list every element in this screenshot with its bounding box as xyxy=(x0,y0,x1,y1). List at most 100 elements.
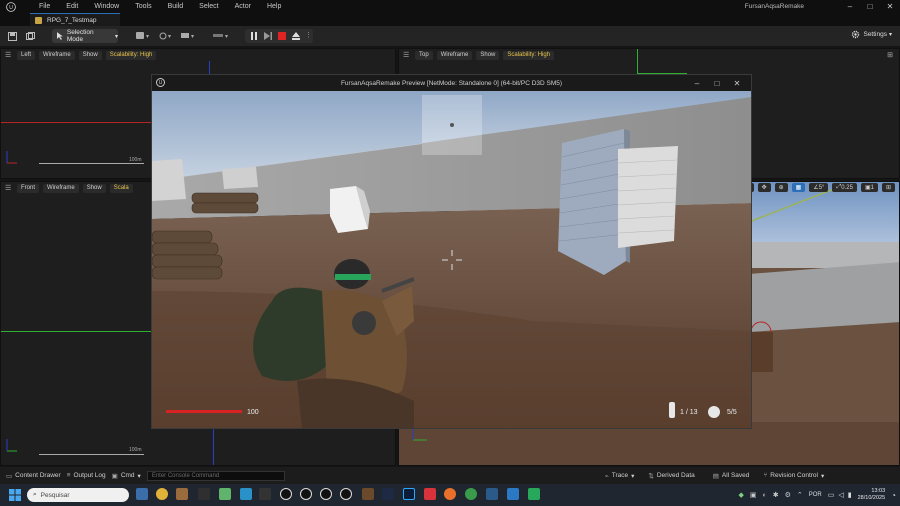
selection-mode-dropdown[interactable]: Selection Mode ▾ xyxy=(52,29,118,43)
menu-help[interactable]: Help xyxy=(259,3,289,10)
camera-speed[interactable]: ▣ 1 xyxy=(860,183,878,192)
maximize-viewport-icon[interactable]: ⊞ xyxy=(887,51,893,59)
tray-app-icon[interactable]: ◆ xyxy=(738,491,743,499)
taskbar-app-icon[interactable] xyxy=(528,488,540,500)
derived-data-button[interactable]: ⇅ Derived Data xyxy=(648,472,694,480)
scalability-badge[interactable]: Scalability: High xyxy=(105,50,157,60)
level-tab[interactable]: RPG_7_Testmap xyxy=(30,13,120,26)
taskbar-app-icon[interactable] xyxy=(240,488,252,500)
save-icon[interactable] xyxy=(6,30,18,42)
rotation-snap[interactable]: ∠ 5° xyxy=(809,183,829,192)
preview-window-controls: – □ ✕ xyxy=(687,75,747,91)
more-options-icon[interactable]: ⋮ xyxy=(305,31,312,39)
view-type-button[interactable]: Top xyxy=(415,50,433,60)
viewport-menu-icon[interactable]: ☰ xyxy=(403,51,411,59)
menu-build[interactable]: Build xyxy=(160,3,192,10)
taskbar-app-icon[interactable] xyxy=(176,488,188,500)
close-button[interactable]: ✕ xyxy=(880,2,900,11)
menu-file[interactable]: File xyxy=(31,3,58,10)
unreal-engine-icon[interactable] xyxy=(340,488,352,500)
revision-control-button[interactable]: ⑂ Revision Control ▾ xyxy=(763,472,824,480)
taskbar-app-icon[interactable] xyxy=(362,488,374,500)
unreal-engine-icon[interactable] xyxy=(280,488,292,500)
photoshop-icon[interactable] xyxy=(403,488,415,500)
console-input[interactable]: Enter Console Command xyxy=(146,470,285,481)
derived-data-icon: ⇅ xyxy=(648,472,654,480)
toolbar-tools-group[interactable]: ▾ ▾ ▾ ▾ xyxy=(135,30,245,42)
menu-actor[interactable]: Actor xyxy=(227,3,259,10)
preview-titlebar[interactable]: U FursanAqsaRemake Preview [NetMode: Sta… xyxy=(152,75,751,91)
maximize-viewport-icon[interactable]: ⊞ xyxy=(881,183,895,192)
menu-edit[interactable]: Edit xyxy=(58,3,86,10)
selection-mode-label: Selection Mode xyxy=(66,29,94,43)
trace-dropdown[interactable]: ⌁ Trace ▾ xyxy=(605,472,635,480)
show-button[interactable]: Show xyxy=(476,50,500,60)
firefox-icon[interactable] xyxy=(444,488,456,500)
maximize-button[interactable]: □ xyxy=(860,2,880,11)
show-hidden-icons-icon[interactable]: ⌃ xyxy=(797,491,803,499)
viewport-menu-icon[interactable]: ☰ xyxy=(5,184,13,192)
taskbar-app-icon[interactable] xyxy=(198,488,210,500)
save-status[interactable]: ▤ All Saved xyxy=(713,472,750,480)
network-icon[interactable]: ▭ xyxy=(828,491,835,499)
step-icon[interactable] xyxy=(264,32,272,40)
windows-start-icon[interactable] xyxy=(9,489,21,501)
scalability-badge[interactable]: Scala xyxy=(109,183,133,193)
view-mode-button[interactable]: Wireframe xyxy=(43,183,79,193)
taskbar-app-icon[interactable] xyxy=(259,488,271,500)
game-viewport[interactable]: 100 1 / 13 5/5 xyxy=(152,91,751,428)
show-button[interactable]: Show xyxy=(82,183,106,193)
visual-studio-icon[interactable] xyxy=(507,488,519,500)
view-mode-button[interactable]: Wireframe xyxy=(39,50,75,60)
tray-app-icon[interactable]: ⚙ xyxy=(785,491,791,499)
stop-icon[interactable] xyxy=(278,32,286,40)
minimize-button[interactable]: – xyxy=(687,79,707,88)
maximize-button[interactable]: □ xyxy=(707,79,727,88)
unreal-engine-icon[interactable] xyxy=(320,488,332,500)
scale-snap[interactable]: ⤢ 0.25 xyxy=(832,183,857,192)
battery-icon[interactable]: ▮ xyxy=(848,491,852,499)
unreal-engine-icon[interactable] xyxy=(300,488,312,500)
pie-preview-window[interactable]: U FursanAqsaRemake Preview [NetMode: Sta… xyxy=(151,74,752,429)
tray-app-icon[interactable]: ◐ xyxy=(762,492,766,499)
taskbar-app-icon[interactable] xyxy=(136,488,148,500)
clock[interactable]: 13:03 28/10/2025 xyxy=(858,488,886,502)
bluetooth-icon[interactable]: ✱ xyxy=(773,491,779,499)
taskbar-app-icon[interactable] xyxy=(382,488,394,500)
translate-icon[interactable]: ✥ xyxy=(757,183,771,192)
view-type-label: Left xyxy=(21,52,32,58)
world-icon[interactable]: ⊕ xyxy=(774,183,788,192)
chrome-icon[interactable] xyxy=(465,488,477,500)
scalability-badge[interactable]: Scalability: High xyxy=(503,50,555,60)
show-label: Show xyxy=(86,185,102,191)
menu-tools[interactable]: Tools xyxy=(127,3,159,10)
menu-select[interactable]: Select xyxy=(191,3,226,10)
show-button[interactable]: Show xyxy=(78,50,102,60)
view-type-button[interactable]: Front xyxy=(17,183,40,193)
menu-window[interactable]: Window xyxy=(86,3,127,10)
minimize-button[interactable]: – xyxy=(840,2,860,11)
grid-snap-icon[interactable]: ▦ xyxy=(791,183,806,192)
taskbar-app-icon[interactable] xyxy=(219,488,231,500)
close-button[interactable]: ✕ xyxy=(727,79,747,88)
taskbar-app-icon[interactable] xyxy=(486,488,498,500)
tray-app-icon[interactable]: ▣ xyxy=(750,491,757,499)
content-drawer-button[interactable]: ▭ Content Drawer xyxy=(6,472,61,480)
content-browser-icon[interactable] xyxy=(24,30,36,42)
pause-icon[interactable] xyxy=(250,32,258,40)
taskbar-app-icon[interactable] xyxy=(156,488,168,500)
view-type-button[interactable]: Left xyxy=(17,50,36,60)
language-indicator[interactable]: POR xyxy=(809,492,822,498)
view-mode-button[interactable]: Wireframe xyxy=(436,50,473,60)
unreal-logo-icon[interactable]: U xyxy=(4,0,17,13)
settings-button[interactable]: Settings ▾ xyxy=(851,30,892,39)
cmd-dropdown[interactable]: ▣ Cmd ▾ xyxy=(112,472,141,480)
health-bar xyxy=(166,410,242,413)
notifications-icon[interactable]: ◔ xyxy=(891,491,896,500)
taskbar-search[interactable]: ⌕ Pesquisar xyxy=(27,488,129,502)
volume-icon[interactable]: ◁ xyxy=(838,491,843,499)
viewport-menu-icon[interactable]: ☰ xyxy=(5,51,13,59)
output-log-button[interactable]: ≡ Output Log xyxy=(67,472,106,479)
taskbar-app-icon[interactable] xyxy=(424,488,436,500)
eject-icon[interactable] xyxy=(292,32,300,40)
